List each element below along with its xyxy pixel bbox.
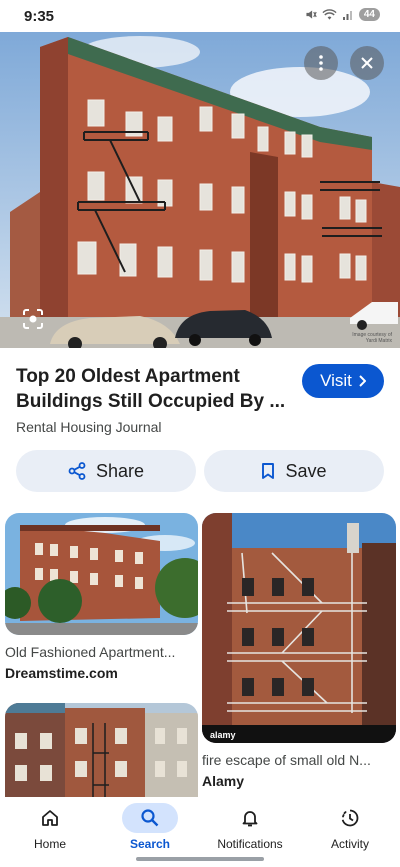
nav-icon-container — [322, 803, 378, 833]
result-thumbnail — [5, 513, 198, 635]
close-button[interactable] — [350, 46, 384, 80]
save-label: Save — [285, 460, 327, 481]
result-title: fire escape of small old N... — [202, 752, 371, 768]
lens-button[interactable] — [18, 304, 48, 334]
bookmark-icon — [262, 463, 275, 479]
nav-label: Home — [33, 837, 66, 851]
result-thumbnail: alamy — [202, 513, 396, 743]
share-icon — [68, 462, 86, 480]
nav-icon-container — [222, 803, 278, 833]
result-source[interactable]: Rental Housing Journal — [16, 419, 162, 435]
related-result-card[interactable]: Old Fashioned Apartment... Dreamstime.co… — [5, 513, 198, 693]
close-icon — [361, 57, 373, 69]
more-vert-icon — [319, 55, 323, 71]
wifi-icon — [322, 9, 337, 20]
status-icons: 44 — [304, 8, 380, 21]
chevron-right-icon — [359, 375, 366, 387]
nav-label: Search — [129, 837, 171, 851]
signal-icon — [342, 10, 352, 20]
battery-icon: 44 — [358, 8, 380, 21]
save-button[interactable]: Save — [204, 450, 384, 492]
search-icon — [141, 809, 159, 827]
more-options-button[interactable] — [304, 46, 338, 80]
mute-icon — [306, 10, 317, 19]
nav-icon-container — [22, 803, 78, 833]
hero-image[interactable]: Image courtesy of Yardi Matrix — [0, 32, 400, 348]
status-bar: 9:35 44 — [0, 0, 400, 32]
result-thumbnail — [5, 703, 198, 797]
image-credit: Image courtesy of Yardi Matrix — [352, 332, 392, 344]
visit-button[interactable]: Visit — [302, 364, 384, 398]
result-title[interactable]: Top 20 Oldest Apartment Buildings Still … — [16, 364, 286, 414]
nav-icon-container — [122, 803, 178, 833]
activity-icon — [341, 809, 359, 827]
apartment-building-photo — [0, 32, 400, 348]
nav-label: Notifications — [217, 837, 283, 851]
result-source: Alamy — [202, 773, 245, 789]
home-icon — [42, 810, 58, 826]
image-watermark: alamy — [210, 730, 236, 740]
result-info: Top 20 Oldest Apartment Buildings Still … — [0, 348, 400, 448]
related-result-card[interactable]: alamy fire escape of small old N... Alam… — [202, 513, 396, 793]
share-button[interactable]: Share — [16, 450, 196, 492]
nav-activity[interactable]: Activity — [300, 797, 400, 867]
lens-icon — [23, 309, 43, 329]
result-source: Dreamstime.com — [5, 665, 118, 681]
bottom-navigation: Home Search Notifications Activity — [0, 797, 400, 867]
nav-home[interactable]: Home — [0, 797, 100, 867]
related-result-card[interactable] — [5, 703, 198, 797]
share-label: Share — [95, 460, 145, 481]
home-indicator[interactable] — [136, 857, 264, 861]
bell-icon — [242, 811, 258, 827]
status-time: 9:35 — [24, 8, 55, 25]
nav-label: Activity — [330, 837, 369, 851]
result-title: Old Fashioned Apartment... — [5, 644, 176, 660]
visit-label: Visit — [320, 371, 352, 390]
